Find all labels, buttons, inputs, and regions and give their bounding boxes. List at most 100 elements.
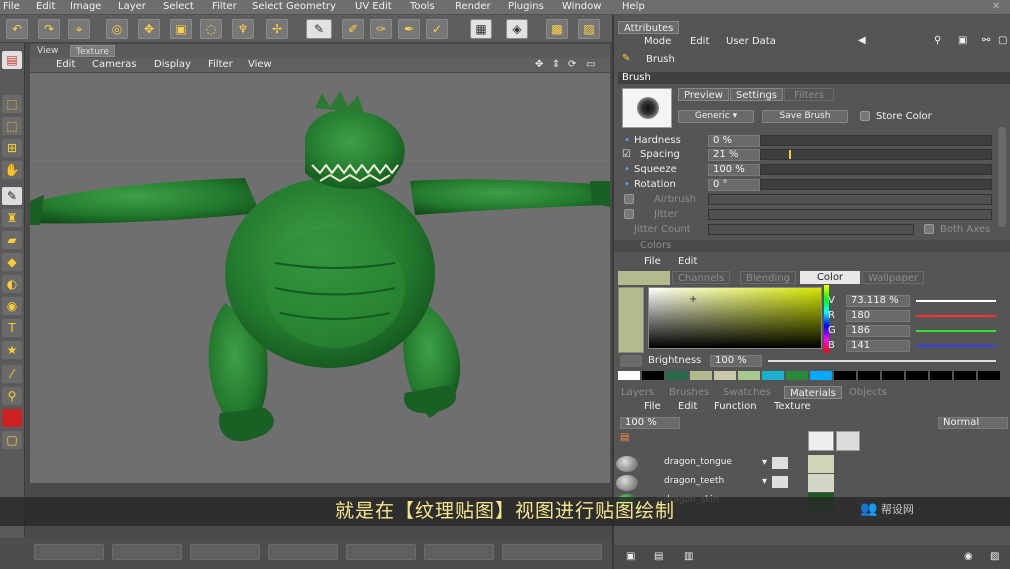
attr-menu-mode[interactable]: Mode	[644, 36, 671, 47]
brightness-value[interactable]: 100 %	[710, 355, 762, 367]
crop-tool-icon[interactable]: ⬚	[2, 117, 22, 135]
param-jitter-count-slider[interactable]	[708, 224, 914, 235]
status-field-2[interactable]	[112, 544, 182, 560]
swatch[interactable]	[666, 371, 688, 380]
mat-menu-function[interactable]: Function	[714, 401, 757, 412]
tab-swatches[interactable]: Swatches	[718, 386, 776, 399]
select-tool-icon[interactable]: ⬚	[2, 95, 22, 113]
material-row[interactable]: dragon_teeth ▾	[616, 474, 1010, 492]
redo-icon[interactable]: ↷	[38, 19, 60, 39]
move-icon[interactable]: ✥	[138, 19, 160, 39]
status-field-6[interactable]	[424, 544, 494, 560]
mat-menu-file[interactable]: File	[644, 401, 661, 412]
swatch[interactable]	[930, 371, 952, 380]
tab-objects[interactable]: Objects	[844, 386, 892, 399]
param-spacing-value[interactable]: 21 %	[708, 149, 760, 161]
grid-icon[interactable]: ▦	[470, 19, 492, 39]
mat-menu-texture[interactable]: Texture	[774, 401, 811, 412]
swatch[interactable]	[762, 371, 784, 380]
menu-uv-edit[interactable]: UV Edit	[355, 1, 392, 12]
new-layer-icon[interactable]: ▤	[654, 551, 663, 562]
paint-mode-icon[interactable]: ✐	[342, 19, 364, 39]
smudge-tool-icon[interactable]: ◐	[2, 275, 22, 293]
channel-g-value[interactable]: 186	[846, 325, 910, 337]
status-field-4[interactable]	[268, 544, 338, 560]
swatch[interactable]	[642, 371, 664, 380]
paint-setup-icon[interactable]: ✎	[306, 19, 332, 39]
fill-tool-icon[interactable]: ◆	[2, 253, 22, 271]
swatch[interactable]	[978, 371, 1000, 380]
attr-scrollbar[interactable]	[998, 127, 1006, 227]
shape-tool-icon[interactable]: ★	[2, 341, 22, 359]
tab-view[interactable]: View	[32, 45, 63, 57]
param-spacing-check-icon[interactable]: ☑	[622, 149, 631, 160]
3d-viewport[interactable]	[30, 73, 610, 483]
tab-wallpaper[interactable]: Wallpaper	[862, 271, 925, 284]
status-field-5[interactable]	[346, 544, 416, 560]
material-color-thumb[interactable]	[808, 455, 834, 473]
expand-arrow-icon[interactable]: ▾	[762, 457, 767, 468]
swatch[interactable]	[834, 371, 856, 380]
orbit-icon[interactable]: ⟳	[568, 59, 576, 70]
param-hardness-value[interactable]: 0 %	[708, 135, 760, 147]
color-picker-crosshair-icon[interactable]: +	[689, 294, 697, 305]
tab-preview[interactable]: Preview	[678, 88, 729, 101]
visibility-icon[interactable]	[772, 476, 788, 488]
transform-tool-icon[interactable]: ⊞	[2, 139, 22, 157]
view-menu-edit[interactable]: Edit	[56, 59, 75, 70]
color-picker-field[interactable]: +	[648, 287, 822, 349]
swatch[interactable]	[882, 371, 904, 380]
color-menu-edit[interactable]: Edit	[678, 256, 697, 267]
magnet-icon[interactable]: ♆	[232, 19, 254, 39]
paint-polygon-icon[interactable]: ✒	[398, 19, 420, 39]
trash-icon[interactable]: ▨	[990, 551, 999, 562]
bump-channel-thumb[interactable]	[836, 431, 860, 451]
mat-menu-edit[interactable]: Edit	[678, 401, 697, 412]
tab-brushes[interactable]: Brushes	[664, 386, 714, 399]
new-material-icon[interactable]: ▣	[626, 551, 635, 562]
eraser-tool-icon[interactable]: ▰	[2, 231, 22, 249]
material-folder-icon[interactable]: ▤	[620, 432, 629, 443]
brush-tool-icon[interactable]: ✎	[2, 187, 22, 205]
settings-icon[interactable]: ◉	[964, 551, 973, 562]
param-hardness-slider[interactable]	[760, 135, 992, 146]
current-color-swatch[interactable]	[618, 287, 644, 353]
view-menu-filter[interactable]: Filter	[208, 59, 233, 70]
save-brush-button[interactable]: Save Brush	[762, 110, 848, 123]
undo-icon[interactable]: ↶	[6, 19, 28, 39]
param-rotation-value[interactable]: 0 °	[708, 179, 760, 191]
status-field-7[interactable]	[502, 544, 602, 560]
jitter-checkbox[interactable]	[624, 209, 634, 219]
menu-render[interactable]: Render	[455, 1, 491, 12]
tab-settings[interactable]: Settings	[730, 88, 784, 101]
material-color-thumb[interactable]	[808, 474, 834, 492]
live-select-icon[interactable]: ⌖	[68, 19, 90, 39]
swatch[interactable]	[810, 371, 832, 380]
menu-extra-icon[interactable]: ✕	[992, 1, 1000, 12]
menu-window[interactable]: Window	[562, 1, 601, 12]
menu-file[interactable]: File	[3, 1, 20, 12]
swatch[interactable]	[906, 371, 928, 380]
back-arrow-icon[interactable]: ◀	[858, 35, 866, 46]
param-squeeze-slider[interactable]	[760, 164, 992, 175]
channel-v-bar[interactable]	[916, 300, 996, 302]
axis-icon[interactable]: ✢	[266, 19, 288, 39]
view-menu-cameras[interactable]: Cameras	[92, 59, 136, 70]
lock-icon[interactable]: ▣	[958, 35, 967, 46]
attr-menu-edit[interactable]: Edit	[690, 36, 709, 47]
attr-menu-user-data[interactable]: User Data	[726, 36, 776, 47]
menu-plugins[interactable]: Plugins	[508, 1, 544, 12]
both-axes-checkbox[interactable]	[924, 224, 934, 234]
preset-dropdown[interactable]: Generic ▾	[678, 110, 754, 123]
link-icon[interactable]: ⚯	[982, 35, 990, 46]
channel-r-value[interactable]: 180	[846, 310, 910, 322]
swatch[interactable]	[858, 371, 880, 380]
maximize-icon[interactable]: ▭	[586, 59, 595, 70]
param-jitter-slider[interactable]	[708, 209, 992, 220]
brightness-slider[interactable]	[768, 360, 996, 362]
scale-icon[interactable]: ▣	[170, 19, 192, 39]
param-airbrush-slider[interactable]	[708, 194, 992, 205]
mask-icon[interactable]: ▢	[2, 431, 22, 449]
param-spacing-slider[interactable]	[760, 149, 992, 160]
paint-uv-icon[interactable]: ✑	[370, 19, 392, 39]
